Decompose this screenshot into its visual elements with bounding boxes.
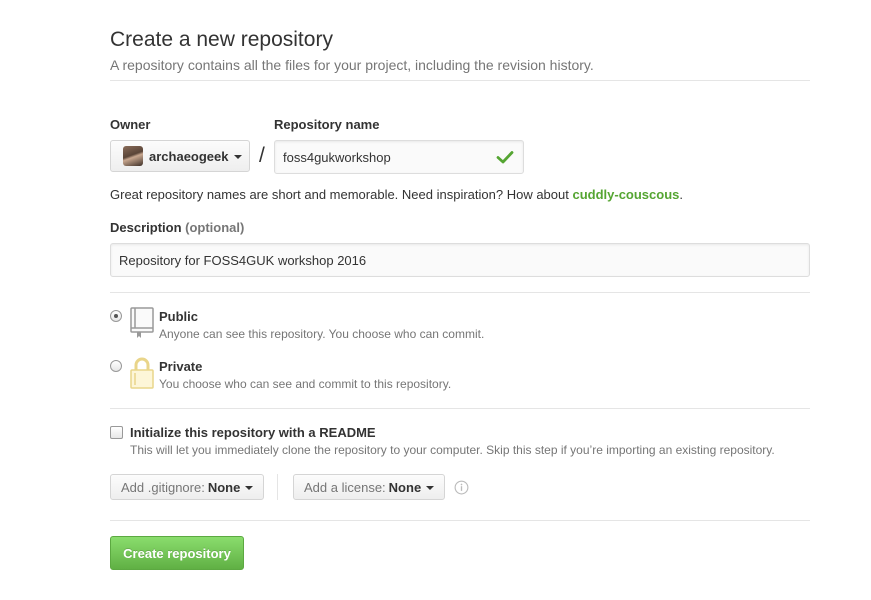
repo-name-hint: Great repository names are short and mem… [110,187,683,202]
optional-tag: (optional) [185,220,245,235]
init-divider [110,408,810,409]
avatar [123,146,143,166]
owner-label: Owner [110,117,151,132]
public-title: Public [159,309,199,324]
license-prefix: Add a license: [304,479,386,495]
readme-checkbox[interactable] [110,426,123,439]
page-subtitle: A repository contains all the files for … [110,57,594,73]
gitignore-prefix: Add .gitignore: [121,479,205,495]
select-separator [277,474,278,500]
submit-divider [110,520,810,521]
hint-text: Great repository names are short and mem… [110,187,573,202]
name-suggestion-link[interactable]: cuddly-couscous [572,187,679,202]
license-select[interactable]: Add a license: None [293,474,445,500]
readme-label: Initialize this repository with a README [130,425,376,440]
page-title: Create a new repository [110,28,333,51]
owner-select-button[interactable]: archaeogeek [110,140,250,172]
visibility-divider [110,292,810,293]
repo-book-icon [130,307,154,338]
private-title: Private [159,359,203,374]
chevron-down-icon [233,155,242,159]
repo-name-input[interactable]: foss4gukworkshop [274,140,524,174]
gitignore-value: None [207,479,241,495]
owner-name: archaeogeek [149,148,229,164]
header-divider [110,80,810,81]
owner-repo-separator: / [259,144,265,167]
private-radio[interactable] [110,360,122,372]
chevron-down-icon [245,486,254,490]
public-note: Anyone can see this repository. You choo… [159,327,485,341]
private-note: You choose who can see and commit to thi… [159,377,452,391]
info-icon[interactable] [454,480,469,495]
create-repository-button[interactable]: Create repository [110,536,244,570]
public-radio[interactable] [110,310,122,322]
check-icon [496,151,514,164]
description-label: Description (optional) [110,220,244,235]
description-label-text: Description [110,220,182,235]
readme-note: This will let you immediately clone the … [130,443,775,457]
description-input[interactable]: Repository for FOSS4GUK workshop 2016 [110,243,810,277]
repo-name-label: Repository name [274,117,380,132]
license-value: None [388,479,422,495]
repo-name-value: foss4gukworkshop [283,149,391,165]
hint-suffix: . [679,187,684,202]
lock-icon [130,357,154,389]
gitignore-select[interactable]: Add .gitignore: None [110,474,264,500]
chevron-down-icon [426,486,435,490]
